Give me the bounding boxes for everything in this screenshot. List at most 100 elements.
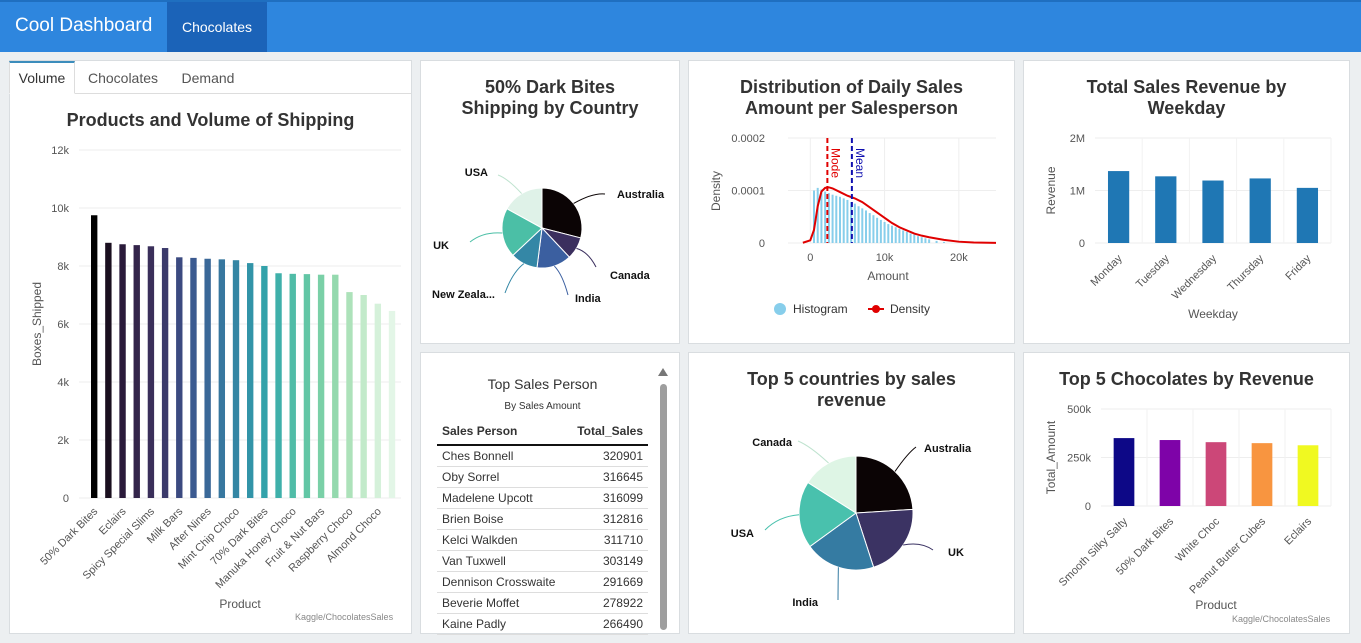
bar <box>1297 445 1319 506</box>
table-row: Brien Boise 312816 <box>437 508 648 530</box>
bar <box>1251 443 1273 506</box>
source-note: Kaggle/ChocolatesSales <box>1232 614 1331 624</box>
bar <box>232 260 240 498</box>
pie-leader-line <box>497 174 523 194</box>
pie-label: India <box>575 293 602 305</box>
y-axis-label: Density <box>709 171 723 211</box>
cell-total: 316645 <box>567 466 648 488</box>
bar <box>91 215 98 498</box>
bar <box>176 257 183 498</box>
x-tick-label: 20k <box>950 252 968 264</box>
table-scrollbar-thumb[interactable] <box>660 384 667 630</box>
cell-total: 303149 <box>567 550 648 572</box>
bar <box>1113 438 1135 506</box>
y-tick-label: 0 <box>1079 238 1085 250</box>
y-tick-label: 0.0002 <box>731 133 765 145</box>
histogram-bar <box>920 237 923 243</box>
histogram-bar <box>872 215 875 243</box>
pie-label: Canada <box>752 437 793 449</box>
top5-chocolates-title: Top 5 Chocolates by Revenue <box>1059 369 1314 389</box>
pie-label: USA <box>465 167 488 179</box>
pie-label: Canada <box>610 270 651 282</box>
cell-total: 320901 <box>567 445 648 467</box>
histogram-bar <box>928 239 931 243</box>
x-axis-label: Product <box>1195 598 1237 612</box>
pie-leader-line <box>764 514 800 531</box>
scroll-up-arrow-icon[interactable] <box>658 368 668 376</box>
bar <box>247 263 254 498</box>
y-tick-label: 0 <box>759 238 765 250</box>
y-axis-label: Total_Amount <box>1044 420 1058 494</box>
volume-bar-chart: 02k4k6k8k10k12k50% Dark BitesEclairsSpic… <box>30 145 401 611</box>
nav-tab-chocolates[interactable]: Chocolates <box>167 2 267 52</box>
table-row: Kelci Walkden 311710 <box>437 529 648 551</box>
histogram-bar <box>853 203 856 243</box>
histogram-bar <box>913 234 916 243</box>
x-tick-label: 50% Dark Bites <box>38 505 100 567</box>
top5-countries-title: Top 5 countries by sales revenue <box>747 369 956 410</box>
bar <box>133 245 140 498</box>
bar <box>317 274 325 498</box>
legend-histogram-marker <box>774 303 786 315</box>
table-row: Beverie Moffet 278922 <box>437 592 648 614</box>
pie-leader-line <box>894 446 917 472</box>
bar <box>1296 187 1319 243</box>
y-axis-label: Revenue <box>1044 166 1058 214</box>
bar <box>388 310 396 498</box>
histogram-bar <box>891 225 893 243</box>
x-tick-label: Thursday <box>1225 252 1266 293</box>
bar <box>1249 178 1271 243</box>
y-axis-label: Boxes_Shipped <box>30 282 44 366</box>
histogram-bar <box>813 190 815 243</box>
table-row: Ches Bonnell 320901 <box>437 445 648 467</box>
table-row: Madelene Upcott 316099 <box>437 487 648 509</box>
tab-volume[interactable]: Volume <box>9 61 75 94</box>
histogram-bar <box>879 219 882 243</box>
x-tick-label: Smooth Silky Salty <box>1057 515 1131 589</box>
table-header-row: Sales Person Total_Sales <box>437 418 648 446</box>
cell-name: Kaine Padly <box>437 613 568 635</box>
legend-density-label: Density <box>890 302 930 316</box>
app-title[interactable]: Cool Dashboard <box>15 15 152 37</box>
histogram-bar <box>894 227 897 243</box>
bar <box>1202 180 1224 243</box>
weekday-title: Total Sales Revenue by Weekday <box>1086 77 1287 118</box>
histogram-bar <box>865 210 867 243</box>
pie-leader-line <box>797 440 829 464</box>
x-tick-label: Peanut Butter Cubes <box>1187 515 1268 596</box>
col-total-sales[interactable]: Total_Sales <box>567 418 648 446</box>
x-tick-label: White Choc <box>1173 515 1222 564</box>
mean-annotation: Mean <box>853 148 867 178</box>
legend-density-marker <box>872 305 880 313</box>
table-row: Kaine Padly 266490 <box>437 613 648 635</box>
bar <box>303 274 311 498</box>
pie-slice <box>855 455 914 514</box>
pie-leader-line <box>903 543 934 551</box>
bar <box>1107 171 1130 243</box>
x-axis-label: Product <box>219 597 261 611</box>
x-axis-label: Weekday <box>1188 307 1238 321</box>
pie-country-chart: Australia Canada India New Zeala... UK USA <box>432 167 665 305</box>
y-tick-label: 8k <box>57 261 69 273</box>
bar <box>374 303 382 498</box>
y-tick-label: 0 <box>63 493 69 505</box>
y-tick-label: 0 <box>1085 501 1091 513</box>
volume-tabset: Volume Chocolates Demand <box>9 61 411 94</box>
y-tick-label: 2M <box>1070 133 1085 145</box>
x-tick-label: Tuesday <box>1134 252 1172 290</box>
y-tick-label: 10k <box>51 203 69 215</box>
cell-name: Ches Bonnell <box>437 445 568 467</box>
tab-chocolates[interactable]: Chocolates <box>79 61 167 94</box>
x-tick-label: Friday <box>1283 252 1313 282</box>
y-tick-label: 12k <box>51 145 69 157</box>
pie-leader-line <box>573 193 606 204</box>
col-sales-person[interactable]: Sales Person <box>437 418 568 446</box>
y-tick-label: 2k <box>57 435 69 447</box>
x-tick-label: Eclairs <box>1282 515 1314 547</box>
histogram-bar <box>824 191 827 243</box>
histogram-bar <box>902 230 905 243</box>
histogram-bar <box>887 224 890 243</box>
pie-leader-line <box>576 247 597 268</box>
tab-demand[interactable]: Demand <box>171 61 245 94</box>
histogram-bar <box>839 196 841 243</box>
